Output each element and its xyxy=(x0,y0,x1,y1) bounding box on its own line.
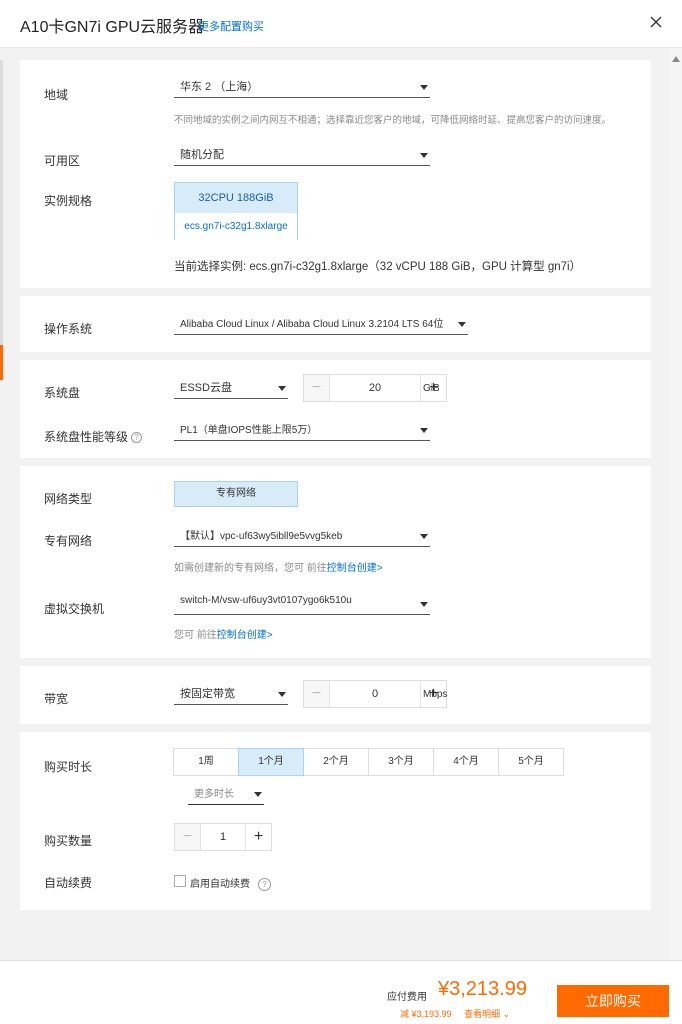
chevron-down-icon xyxy=(420,153,428,158)
chevron-down-icon[interactable]: ⌄ xyxy=(503,1009,511,1019)
chevron-down-icon xyxy=(420,602,428,607)
more-duration-select[interactable]: 更多时长 xyxy=(188,783,264,805)
detail-link[interactable]: 查看明细 xyxy=(464,1009,500,1019)
bandwidth-mode-value: 按固定带宽 xyxy=(180,688,235,700)
increase-button[interactable]: + xyxy=(245,824,271,850)
vpc-hint: 如需创建新的专有网络，您可 前往控制台创建> xyxy=(174,563,383,574)
purchase-section: 购买时长 1周 1个月 2个月 3个月 4个月 5个月 更多时长 购买数量 − … xyxy=(20,732,651,910)
more-config-link[interactable]: 更多配置购买 xyxy=(198,18,264,34)
chevron-down-icon xyxy=(278,692,286,697)
disk-size-value[interactable]: 20 xyxy=(330,375,420,401)
quantity-value[interactable]: 1 xyxy=(201,824,245,850)
total-price: ¥3,213.99 xyxy=(438,978,527,1000)
region-hint: 不同地域的实例之间内网互不相通；选择靠近您客户的地域，可降低网络时延、提高您客户… xyxy=(174,115,612,126)
disk-perf-value: PL1（单盘IOPS性能上限5万） xyxy=(180,425,318,436)
os-value: Alibaba Cloud Linux / Alibaba Cloud Linu… xyxy=(180,319,444,330)
decrease-button[interactable]: − xyxy=(175,824,201,850)
bandwidth-mode-select[interactable]: 按固定带宽 xyxy=(174,683,288,705)
dialog-header: A10卡GN7i GPU云服务器 更多配置购买 xyxy=(0,0,682,48)
duration-label: 购买时长 xyxy=(44,760,93,774)
vpc-value: 【默认】vpc-uf63wy5ibll9e5vvg5keb xyxy=(180,531,343,542)
disk-section: 系统盘 ESSD云盘 − 20 + GiB 系统盘性能等级? PL1（单盘IOP… xyxy=(20,360,651,458)
duration-option-3m[interactable]: 3个月 xyxy=(368,748,434,776)
quantity-stepper[interactable]: − 1 + xyxy=(174,823,272,851)
os-section: 操作系统 Alibaba Cloud Linux / Alibaba Cloud… xyxy=(20,296,651,352)
chevron-down-icon xyxy=(420,428,428,433)
spec-label: 实例规格 xyxy=(44,194,93,208)
decrease-button[interactable]: − xyxy=(304,681,330,707)
background-edge xyxy=(0,60,3,350)
duration-option-4m[interactable]: 4个月 xyxy=(433,748,499,776)
os-select[interactable]: Alibaba Cloud Linux / Alibaba Cloud Linu… xyxy=(174,313,468,335)
background-edge-accent xyxy=(0,345,3,380)
network-type-option[interactable]: 专有网络 xyxy=(174,481,298,507)
network-type-label: 网络类型 xyxy=(44,492,93,506)
zone-value: 随机分配 xyxy=(180,149,224,161)
zone-label: 可用区 xyxy=(44,154,81,168)
decrease-button[interactable]: − xyxy=(304,375,330,401)
spec-type-name: ecs.gn7i-c32g1.8xlarge xyxy=(175,213,297,240)
vswitch-console-link[interactable]: 控制台创建> xyxy=(217,630,273,641)
vswitch-hint: 您可 前往控制台创建> xyxy=(174,630,273,641)
autorenew-checkbox[interactable] xyxy=(174,875,186,887)
duration-options: 1周 1个月 2个月 3个月 4个月 5个月 xyxy=(173,748,564,776)
scroll-up-icon[interactable] xyxy=(672,56,680,62)
bandwidth-label: 带宽 xyxy=(44,692,69,706)
bandwidth-value[interactable]: 0 xyxy=(330,681,420,707)
vpc-label: 专有网络 xyxy=(44,534,93,548)
current-spec-text: 当前选择实例: ecs.gn7i-c32g1.8xlarge（32 vCPU 1… xyxy=(174,261,582,273)
duration-option-5m[interactable]: 5个月 xyxy=(498,748,564,776)
bandwidth-unit: Mbps xyxy=(423,689,448,700)
autorenew-label: 自动续费 xyxy=(44,876,93,890)
fee-label: 应付费用 xyxy=(387,992,427,1003)
chevron-down-icon xyxy=(254,792,262,797)
vswitch-label: 虚拟交换机 xyxy=(44,602,105,616)
vswitch-select[interactable]: switch-M/vsw-uf6uy3vt0107ygo6k510u xyxy=(174,593,430,615)
region-label: 地域 xyxy=(44,88,69,102)
os-label: 操作系统 xyxy=(44,322,93,336)
checkout-footer: 应付费用 ¥3,213.99 减 ¥3,193.99 查看明细 ⌄ 立即购买 xyxy=(0,960,682,1024)
instance-config-section: 地域 华东 2 （上海） 不同地域的实例之间内网互不相通；选择靠近您客户的地域，… xyxy=(20,60,651,288)
disk-type-value: ESSD云盘 xyxy=(180,382,232,394)
spec-cpu-mem: 32CPU 188GiB xyxy=(175,183,297,213)
region-select[interactable]: 华东 2 （上海） xyxy=(174,76,430,98)
disk-unit: GiB xyxy=(423,383,440,394)
disk-perf-label: 系统盘性能等级? xyxy=(44,428,143,445)
dialog-title: A10卡GN7i GPU云服务器 xyxy=(20,19,205,36)
duration-option-2m[interactable]: 2个月 xyxy=(303,748,369,776)
close-icon[interactable] xyxy=(646,12,666,32)
discount-text: 减 ¥3,193.99 查看明细 ⌄ xyxy=(400,1009,511,1019)
region-value: 华东 2 （上海） xyxy=(180,81,259,93)
duration-option-1w[interactable]: 1周 xyxy=(173,748,239,776)
vpc-select[interactable]: 【默认】vpc-uf63wy5ibll9e5vvg5keb xyxy=(174,525,430,547)
scrollbar[interactable] xyxy=(670,48,682,960)
chevron-down-icon xyxy=(420,85,428,90)
vpc-console-link[interactable]: 控制台创建> xyxy=(327,563,383,574)
bandwidth-section: 带宽 按固定带宽 − 0 + Mbps xyxy=(20,666,651,724)
chevron-down-icon xyxy=(458,322,466,327)
chevron-down-icon xyxy=(278,386,286,391)
more-duration-value: 更多时长 xyxy=(194,789,234,800)
vswitch-value: switch-M/vsw-uf6uy3vt0107ygo6k510u xyxy=(180,595,352,606)
buy-now-button[interactable]: 立即购买 xyxy=(557,985,669,1017)
duration-option-1m[interactable]: 1个月 xyxy=(238,748,304,776)
network-section: 网络类型 专有网络 专有网络 【默认】vpc-uf63wy5ibll9e5vvg… xyxy=(20,466,651,658)
help-icon[interactable]: ? xyxy=(131,432,143,444)
help-icon[interactable]: ? xyxy=(258,877,271,891)
chevron-down-icon xyxy=(420,534,428,539)
disk-perf-select[interactable]: PL1（单盘IOPS性能上限5万） xyxy=(174,419,430,441)
zone-select[interactable]: 随机分配 xyxy=(174,144,430,166)
disk-type-select[interactable]: ESSD云盘 xyxy=(174,377,288,399)
disk-label: 系统盘 xyxy=(44,386,81,400)
autorenew-option-label: 启用自动续费? xyxy=(190,875,271,891)
spec-card[interactable]: 32CPU 188GiB ecs.gn7i-c32g1.8xlarge xyxy=(174,182,298,240)
quantity-label: 购买数量 xyxy=(44,834,93,848)
